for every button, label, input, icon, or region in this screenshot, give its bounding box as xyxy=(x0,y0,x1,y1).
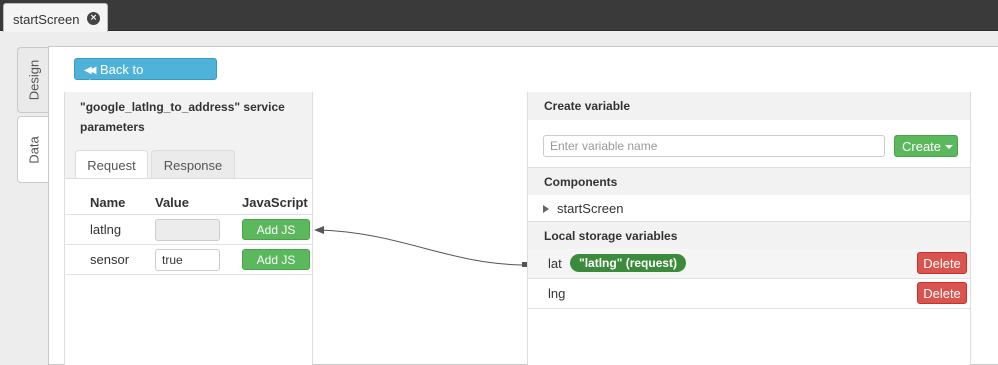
mapping-connector xyxy=(314,226,527,267)
